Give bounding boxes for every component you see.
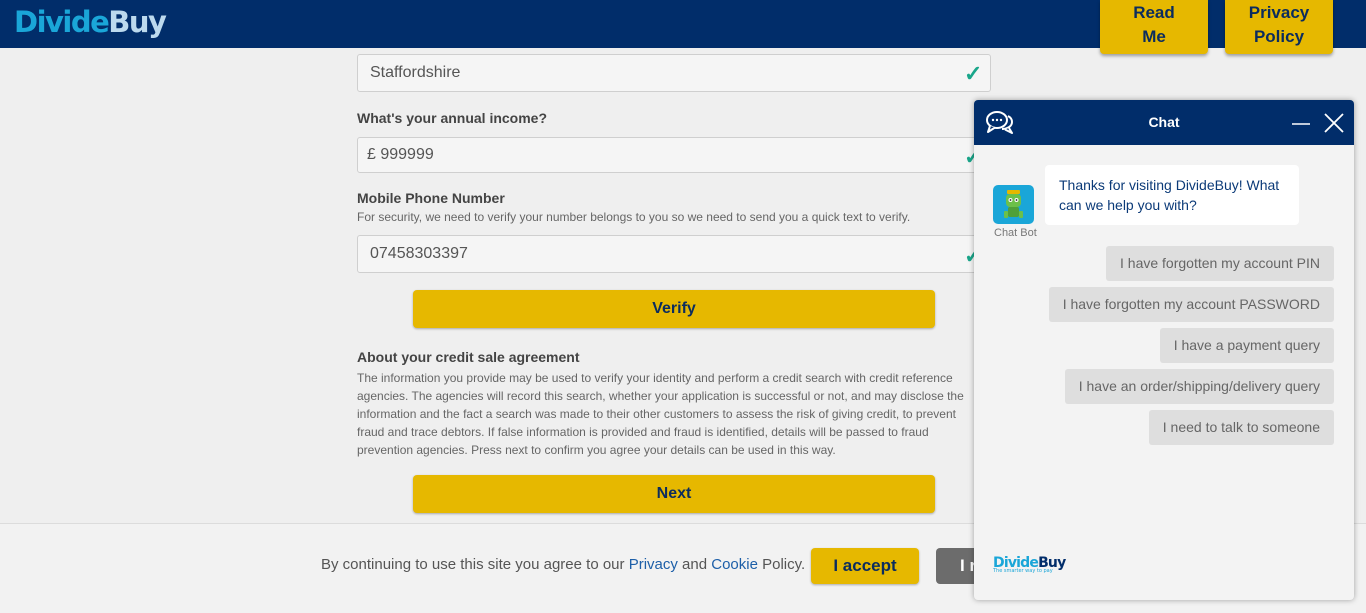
bot-message: Thanks for visiting DivideBuy! What can … — [1045, 165, 1299, 225]
accept-cookies-button[interactable]: I accept — [811, 548, 919, 584]
chat-dividebuy-logo: DivideBuy The smarter way to pay — [993, 555, 1066, 574]
chat-option-forgot-password[interactable]: I have forgotten my account PASSWORD — [1048, 287, 1334, 322]
privacy-link[interactable]: Privacy — [629, 556, 678, 573]
chat-option-forgot-pin[interactable]: I have forgotten my account PIN — [1106, 246, 1334, 281]
chat-option-order-query[interactable]: I have an order/shipping/delivery query — [1064, 369, 1334, 404]
cookie-text: By continuing to use this site you agree… — [321, 556, 806, 573]
minimize-icon[interactable] — [1290, 112, 1312, 134]
chat-widget: Chat Chat Bot Thanks for visiting Divide… — [974, 100, 1354, 600]
dividebuy-logo[interactable]: DivideBuy — [14, 2, 167, 42]
county-field[interactable]: Staffordshire — [357, 54, 991, 92]
chat-option-talk-to-someone[interactable]: I need to talk to someone — [1148, 410, 1334, 445]
read-me-button[interactable]: Read Me — [1100, 0, 1208, 54]
phone-note: For security, we need to verify your num… — [357, 210, 911, 224]
credit-text: The information you provide may be used … — [357, 371, 964, 457]
top-header: DivideBuy Read Me Privacy Policy — [0, 0, 1366, 54]
currency-symbol: £ — [367, 146, 376, 163]
income-label: What's your annual income? — [357, 110, 548, 126]
phone-label: Mobile Phone Number — [357, 190, 505, 206]
phone-field[interactable]: 07458303397 — [357, 235, 991, 273]
income-field[interactable]: £ 999999 — [357, 137, 991, 173]
bot-avatar — [993, 185, 1034, 224]
chat-header: Chat — [974, 100, 1354, 145]
county-check-icon: ✓ — [964, 61, 983, 86]
cookie-link[interactable]: Cookie — [711, 556, 758, 573]
credit-heading: About your credit sale agreement — [357, 349, 580, 365]
verify-button[interactable]: Verify — [413, 290, 935, 328]
privacy-policy-button[interactable]: Privacy Policy — [1225, 0, 1333, 54]
chat-option-payment-query[interactable]: I have a payment query — [1159, 328, 1334, 363]
bot-name: Chat Bot — [994, 227, 1037, 239]
close-icon[interactable] — [1323, 112, 1345, 134]
next-button[interactable]: Next — [413, 475, 935, 513]
